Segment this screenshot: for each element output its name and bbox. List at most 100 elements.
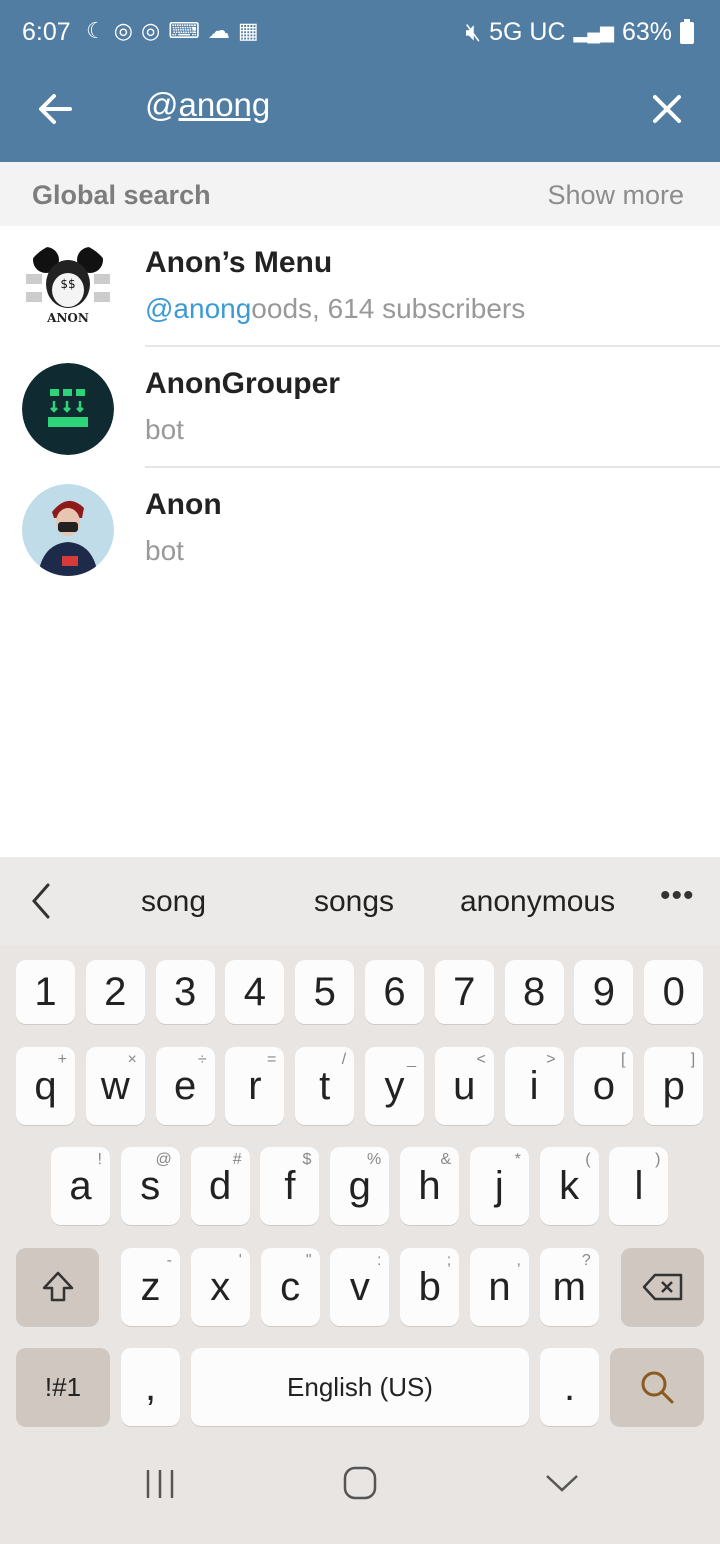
key-k[interactable]: k( <box>539 1147 599 1225</box>
key-label: , <box>144 1364 157 1409</box>
key-hint: _ <box>407 1051 416 1068</box>
key-c[interactable]: c " <box>260 1248 320 1326</box>
key-label: y <box>384 1063 405 1108</box>
key-m[interactable]: m? <box>539 1248 599 1326</box>
key-label: w <box>100 1063 130 1108</box>
key-7[interactable]: 7 <box>434 960 494 1024</box>
key-2[interactable]: 2 <box>85 960 145 1024</box>
comma-key[interactable]: , <box>121 1348 180 1426</box>
search-bar: @anong <box>0 64 720 162</box>
suggestion-2[interactable]: songs <box>314 885 394 919</box>
key-hint: ( <box>585 1151 591 1168</box>
show-more-link[interactable]: Show more <box>547 180 684 211</box>
key-label: f <box>284 1163 296 1208</box>
key-hint: ) <box>655 1151 661 1168</box>
navigation-bar <box>0 1444 720 1544</box>
search-result[interactable]: AnonGrouper bot <box>0 347 720 468</box>
key-hint: / <box>341 1051 347 1068</box>
key-y[interactable]: y _ <box>365 1047 424 1125</box>
symbols-key[interactable]: !#1 <box>16 1348 110 1426</box>
key-n[interactable]: n, <box>470 1248 529 1326</box>
signal-icon: ▂▄▆ <box>573 22 614 42</box>
key-1[interactable]: 1 <box>16 960 75 1024</box>
key-label: English (US) <box>287 1371 433 1402</box>
key-j[interactable]: j * <box>469 1147 529 1225</box>
key-z[interactable]: z- <box>121 1248 180 1326</box>
key-a[interactable]: a! <box>51 1147 110 1225</box>
key-6[interactable]: 6 <box>365 960 424 1024</box>
key-hint: , <box>516 1252 521 1269</box>
mickey-anon-avatar: $$ ANON <box>22 242 114 334</box>
key-3[interactable]: 3 <box>155 960 215 1024</box>
key-v[interactable]: v: <box>330 1248 390 1326</box>
key-label: 0 <box>662 969 685 1014</box>
search-result[interactable]: $$ ANON Anon’s Menu @anongoods, 614 subs… <box>0 226 720 347</box>
key-0[interactable]: 0 <box>644 960 704 1024</box>
key-9[interactable]: 9 <box>574 960 634 1024</box>
key-hint: & <box>440 1151 451 1168</box>
key-5[interactable]: 5 <box>295 960 355 1024</box>
home-icon[interactable] <box>341 1464 379 1502</box>
key-label: o <box>592 1063 616 1108</box>
back-arrow-icon[interactable] <box>30 84 80 134</box>
key-hint: ! <box>97 1151 102 1168</box>
close-icon[interactable] <box>642 84 692 134</box>
masked-person-avatar <box>22 484 114 576</box>
key-x[interactable]: x ' <box>190 1248 250 1326</box>
global-search-header: Global search Show more <box>0 162 720 226</box>
key-p[interactable]: p] <box>644 1047 704 1125</box>
key-label: q <box>34 1063 57 1108</box>
recent-apps-icon[interactable] <box>142 1466 178 1502</box>
status-time: 6:07 <box>22 18 71 46</box>
result-name: AnonGrouper <box>145 367 340 400</box>
key-u[interactable]: u < <box>434 1047 494 1125</box>
key-hint: ; <box>446 1252 452 1269</box>
suggestion-1[interactable]: song <box>141 885 206 919</box>
key-label: u <box>453 1063 476 1108</box>
key-label: z <box>140 1264 161 1309</box>
search-result[interactable]: Anon bot <box>0 468 720 589</box>
key-q[interactable]: q + <box>16 1047 75 1125</box>
key-hint: + <box>57 1051 67 1068</box>
key-t[interactable]: t / <box>295 1047 355 1125</box>
query-prefix: @ <box>145 86 179 123</box>
key-e[interactable]: e ÷ <box>155 1047 215 1125</box>
space-key[interactable]: English (US) <box>191 1348 529 1426</box>
instagram-icon: ◎ <box>140 18 161 43</box>
key-b[interactable]: b; <box>400 1248 460 1326</box>
back-chevron-icon[interactable] <box>543 1468 581 1498</box>
backspace-key[interactable] <box>621 1248 704 1326</box>
backspace-icon <box>642 1273 682 1301</box>
key-label: x <box>210 1264 231 1309</box>
key-label: l <box>634 1163 644 1208</box>
key-r[interactable]: r = <box>225 1047 285 1125</box>
chevron-left-icon[interactable] <box>26 881 56 921</box>
key-8[interactable]: 8 <box>504 960 564 1024</box>
key-l[interactable]: l) <box>609 1147 669 1225</box>
key-hint: ] <box>690 1051 696 1068</box>
more-options-icon[interactable]: ••• <box>660 879 695 913</box>
key-hint: # <box>232 1151 242 1168</box>
calendar-icon: ▦ <box>237 18 259 43</box>
key-label: t <box>319 1063 331 1108</box>
key-label: 8 <box>522 969 546 1014</box>
key-hint: * <box>514 1151 521 1168</box>
key-label: e <box>173 1063 197 1108</box>
search-input[interactable]: @anong <box>145 86 270 124</box>
key-i[interactable]: i > <box>504 1047 564 1125</box>
instagram-icon: ◎ <box>113 18 133 43</box>
key-s[interactable]: s @ <box>120 1147 180 1225</box>
key-o[interactable]: o[ <box>574 1047 634 1125</box>
suggestion-3[interactable]: anonymous <box>460 885 615 919</box>
key-4[interactable]: 4 <box>225 960 285 1024</box>
key-label: 5 <box>313 969 336 1014</box>
period-key[interactable]: . <box>540 1348 599 1426</box>
key-d[interactable]: d # <box>190 1147 250 1225</box>
app-header: 6:07 ☾ ◎ ◎ ⌨ ☁ ▦ 🔇︎ 5G UC ▂▄▆ 63% @anong <box>0 0 720 162</box>
key-g[interactable]: g% <box>330 1147 390 1225</box>
key-f[interactable]: f $ <box>260 1147 320 1225</box>
shift-key[interactable] <box>16 1248 99 1326</box>
search-key[interactable] <box>610 1348 704 1426</box>
key-w[interactable]: w × <box>85 1047 145 1125</box>
key-h[interactable]: h & <box>400 1147 459 1225</box>
